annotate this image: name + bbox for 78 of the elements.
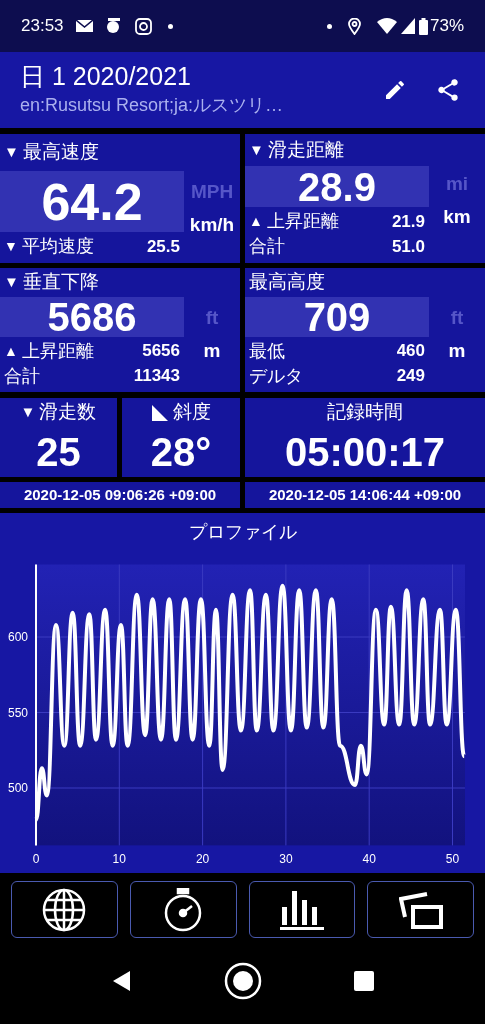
mail-icon xyxy=(75,20,93,32)
row-value: 21.9 xyxy=(391,210,425,233)
stopwatch-icon xyxy=(163,887,204,932)
y-tick-label: 500 xyxy=(8,781,28,795)
row-label: 最低 xyxy=(249,339,285,363)
toolbar-button[interactable] xyxy=(11,881,118,938)
row-label: 平均速度 xyxy=(21,235,94,258)
battery-icon xyxy=(418,17,428,35)
arrow-icon: ▲ xyxy=(249,211,263,232)
home-icon[interactable] xyxy=(223,962,262,1000)
stat-label: 最高速度 xyxy=(22,140,99,165)
toolbar-button[interactable] xyxy=(129,881,237,938)
stat-value: 28° xyxy=(150,428,212,476)
globe-icon xyxy=(42,887,87,932)
row-label: 上昇距離 xyxy=(266,210,339,233)
row-value: 25.5 xyxy=(146,235,180,258)
dot-icon xyxy=(167,23,173,29)
stat-value: 28.9 xyxy=(298,166,376,207)
toolbar-button[interactable] xyxy=(367,881,474,938)
screens-icon xyxy=(398,890,443,929)
y-tick-label: 600 xyxy=(8,630,28,644)
stat-label: 滑走数 xyxy=(39,400,97,425)
row-value: 460 xyxy=(396,340,425,363)
back-icon[interactable] xyxy=(111,970,132,992)
timestamp: 2020-12-05 14:06:44 +09:00 xyxy=(245,482,485,508)
stat-value: 5686 xyxy=(47,296,137,337)
unit-option[interactable]: km xyxy=(443,202,471,231)
arrow-icon[interactable]: ▼ xyxy=(4,271,19,294)
row-value: 51.0 xyxy=(391,235,425,258)
slope-icon xyxy=(151,403,169,422)
y-tick-label: 550 xyxy=(8,705,28,720)
x-tick-label: 20 xyxy=(195,852,210,867)
toolbar-button[interactable] xyxy=(248,881,356,938)
unit-option[interactable]: km/h xyxy=(189,210,235,239)
battery-percent: 73% xyxy=(429,15,464,38)
row-value: 249 xyxy=(396,365,425,388)
stat-label: 最高高度 xyxy=(249,270,325,294)
x-tick-label: 0 xyxy=(32,852,40,867)
app-icon xyxy=(104,18,123,34)
camera-icon xyxy=(134,17,152,35)
arrow-icon[interactable]: ▼ xyxy=(249,138,264,162)
chart-title: プロファイル xyxy=(188,522,297,542)
row-value: 5656 xyxy=(142,340,180,363)
row-value: 11343 xyxy=(133,365,180,388)
dot-icon xyxy=(326,23,332,29)
bar-chart-icon xyxy=(279,888,324,931)
stat-label: 滑走距離 xyxy=(267,137,344,162)
signal-icon xyxy=(400,18,415,34)
unit-option[interactable]: m xyxy=(203,336,221,365)
x-tick-label: 40 xyxy=(362,852,376,867)
arrow-icon[interactable]: ▼ xyxy=(4,141,19,164)
status-time: 23:53 xyxy=(21,15,64,38)
wifi-icon xyxy=(376,18,397,34)
arrow-icon[interactable]: ▼ xyxy=(20,401,36,424)
pencil-icon xyxy=(383,78,407,102)
location-icon xyxy=(347,17,361,35)
stat-label: 垂直下降 xyxy=(22,270,99,294)
row-label: 上昇距離 xyxy=(21,339,94,363)
timestamp: 2020-12-05 09:06:26 +09:00 xyxy=(0,482,240,508)
unit-option[interactable]: m xyxy=(448,336,466,365)
subtitle: en:Rusutsu Resort;ja:ルスツリ… xyxy=(20,94,285,118)
recents-icon[interactable] xyxy=(353,971,374,991)
x-tick-label: 50 xyxy=(445,852,460,867)
x-tick-label: 30 xyxy=(279,852,293,867)
row-label: デルタ xyxy=(249,364,303,388)
stat-value: 709 xyxy=(303,296,371,337)
stat-value: 64.2 xyxy=(41,175,143,228)
stat-label: 記録時間 xyxy=(327,400,403,425)
stat-label: 斜度 xyxy=(173,400,211,425)
arrow-icon: ▼ xyxy=(4,236,18,257)
stat-value: 25 xyxy=(36,428,81,476)
share-icon xyxy=(435,77,461,103)
x-tick-label: 10 xyxy=(112,852,126,867)
title: 日 1 2020/2021 xyxy=(20,60,192,92)
stat-value: 05:00:17 xyxy=(284,428,446,476)
row-label: 合計 xyxy=(249,235,285,258)
arrow-icon: ▲ xyxy=(4,340,18,362)
row-label: 合計 xyxy=(4,364,40,388)
